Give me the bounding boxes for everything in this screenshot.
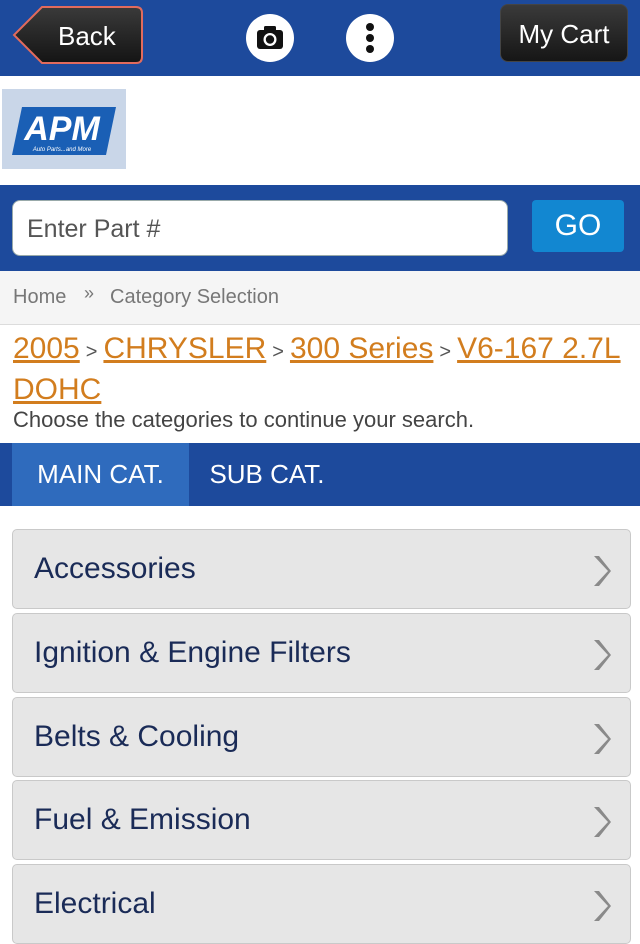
list-item-accessories[interactable]: Accessories <box>12 529 631 609</box>
vehicle-year-link[interactable]: 2005 <box>13 332 80 365</box>
breadcrumb-home[interactable]: Home <box>13 286 66 309</box>
list-item-belts-cooling[interactable]: Belts & Cooling <box>12 697 631 777</box>
chevron-right-icon <box>594 807 611 837</box>
more-options-button[interactable] <box>346 14 394 62</box>
app-top-bar: Back My Cart <box>0 0 640 76</box>
breadcrumb-separator: » <box>84 283 95 303</box>
camera-button[interactable] <box>246 14 294 62</box>
vehicle-path-separator: > <box>439 341 452 363</box>
go-button-label: GO <box>554 209 602 242</box>
list-item-label: Fuel & Emission <box>34 803 251 836</box>
list-item-label: Accessories <box>34 552 196 585</box>
vehicle-path-separator: > <box>85 341 98 363</box>
tab-sub-category[interactable]: SUB CAT. <box>189 443 345 506</box>
list-item-fuel-emission[interactable]: Fuel & Emission <box>12 780 631 860</box>
tab-main-category-label: MAIN CAT. <box>37 459 164 489</box>
list-item-label: Ignition & Engine Filters <box>34 636 351 669</box>
list-item-label: Electrical <box>34 887 156 920</box>
chevron-right-icon <box>594 891 611 921</box>
part-number-input[interactable]: Enter Part # <box>12 200 508 256</box>
my-cart-label: My Cart <box>518 19 610 49</box>
tab-main-category[interactable]: MAIN CAT. <box>12 443 189 506</box>
logo-header: APM Auto Parts...and More <box>0 76 640 185</box>
vehicle-selection-path: 2005 > CHRYSLER >300 Series > V6-167 2.7L DOH… <box>13 330 633 409</box>
apm-logo[interactable]: APM Auto Parts...and More <box>2 89 126 169</box>
list-item-electrical[interactable]: Electrical <box>12 864 631 944</box>
list-item-ignition-engine-filters[interactable]: Ignition & Engine Filters <box>12 613 631 693</box>
vehicle-path-separator: > <box>272 341 284 363</box>
chevron-right-icon <box>594 556 611 586</box>
back-button-label: Back <box>58 21 116 51</box>
breadcrumb: Home » Category Selection <box>0 271 640 325</box>
svg-text:APM: APM <box>23 110 100 148</box>
svg-text:Auto Parts...and More: Auto Parts...and More <box>32 147 92 153</box>
part-search-bar: Enter Part # GO <box>0 185 640 271</box>
camera-icon <box>257 26 283 49</box>
breadcrumb-current: Category Selection <box>110 286 279 308</box>
more-vertical-icon <box>366 23 374 53</box>
tab-sub-category-label: SUB CAT. <box>209 459 325 489</box>
chevron-right-icon <box>594 640 611 670</box>
vehicle-model-link[interactable]: 300 Series <box>290 332 433 365</box>
instruction-text: Choose the categories to continue your s… <box>13 407 475 432</box>
list-item-label: Belts & Cooling <box>34 720 240 753</box>
category-tabs: MAIN CAT. SUB CAT. <box>0 443 640 506</box>
back-button[interactable]: Back <box>12 5 144 65</box>
vehicle-make-link[interactable]: CHRYSLER <box>103 332 266 365</box>
part-number-placeholder: Enter Part # <box>27 215 161 243</box>
my-cart-button[interactable]: My Cart <box>500 4 628 62</box>
go-button[interactable]: GO <box>532 200 624 252</box>
chevron-right-icon <box>594 724 611 754</box>
